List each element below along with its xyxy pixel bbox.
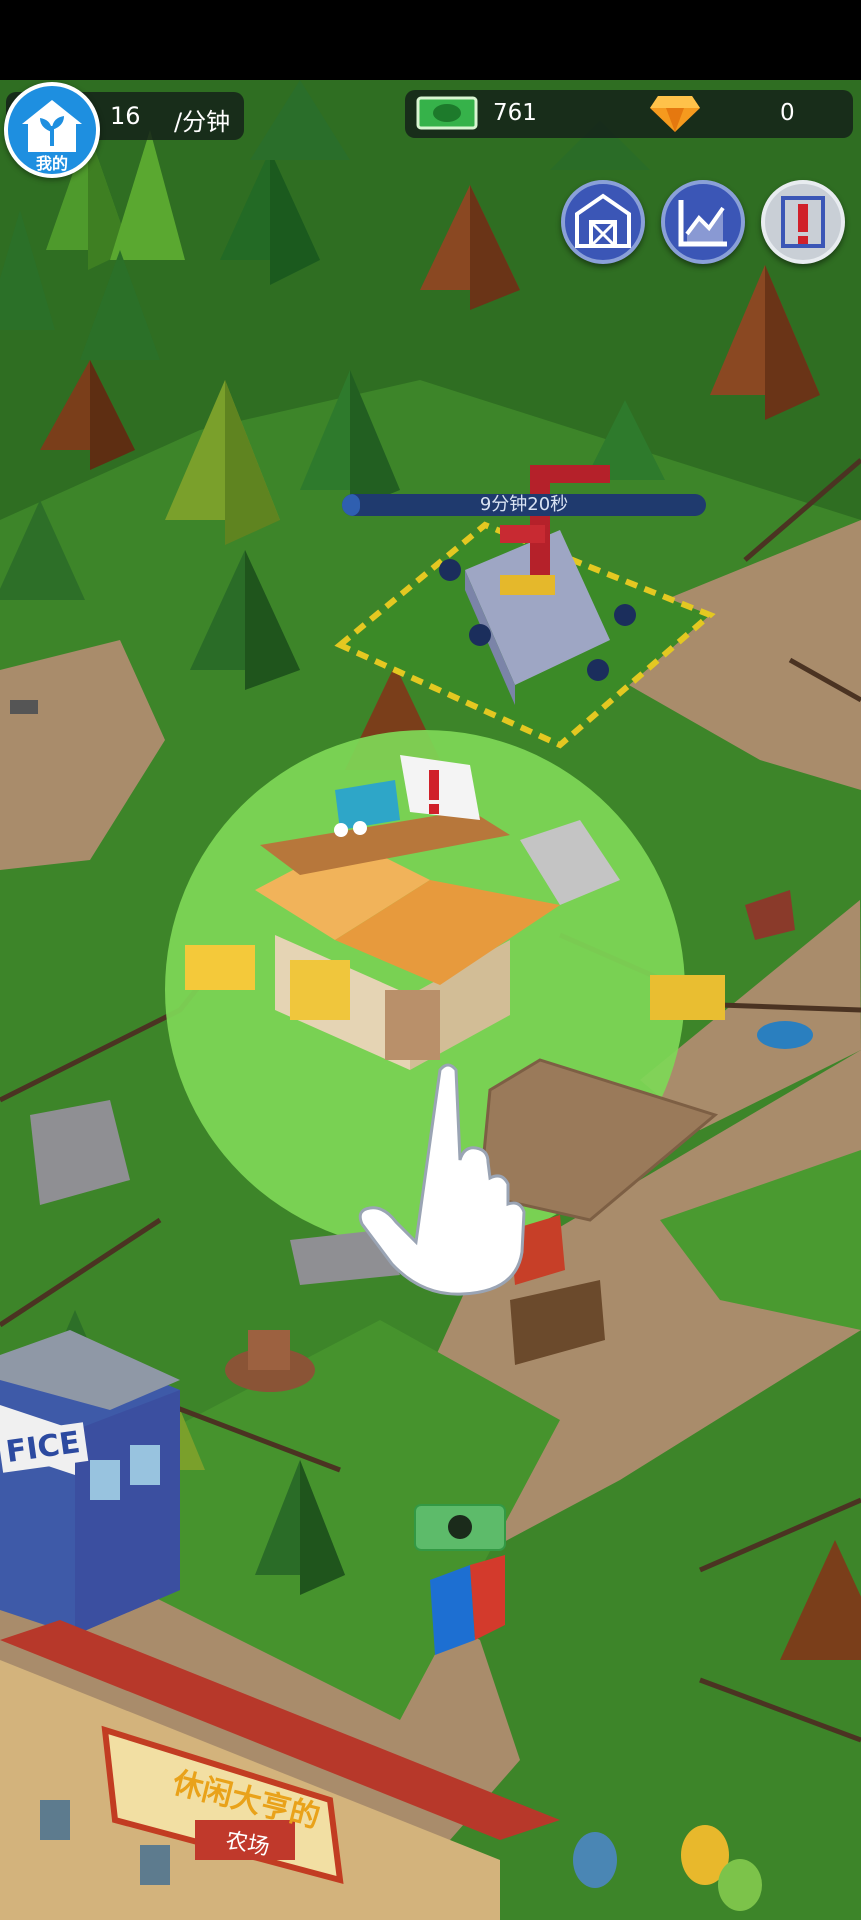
gem-amount: 0: [780, 100, 795, 126]
status-bar-area: [0, 0, 861, 80]
office-building: [0, 1330, 180, 1635]
alert-button[interactable]: [761, 180, 845, 264]
exclamation-icon: [781, 196, 825, 248]
profile-label: 我的: [35, 154, 68, 173]
stats-button[interactable]: [661, 180, 745, 264]
diamond-icon: [650, 96, 700, 132]
chart-icon: [678, 200, 727, 247]
debris: [10, 700, 38, 714]
cash-amount: 761: [493, 100, 537, 126]
game-scene[interactable]: [0, 0, 861, 1920]
banknote-icon: [416, 96, 478, 130]
alert-bubble: [400, 755, 480, 820]
income-rate-unit: /分钟: [174, 108, 231, 136]
barn-icon: [575, 193, 631, 248]
barn-button[interactable]: [561, 180, 645, 264]
construction-timer: 9分钟20秒: [479, 494, 569, 515]
income-rate-value: 16: [110, 102, 141, 130]
